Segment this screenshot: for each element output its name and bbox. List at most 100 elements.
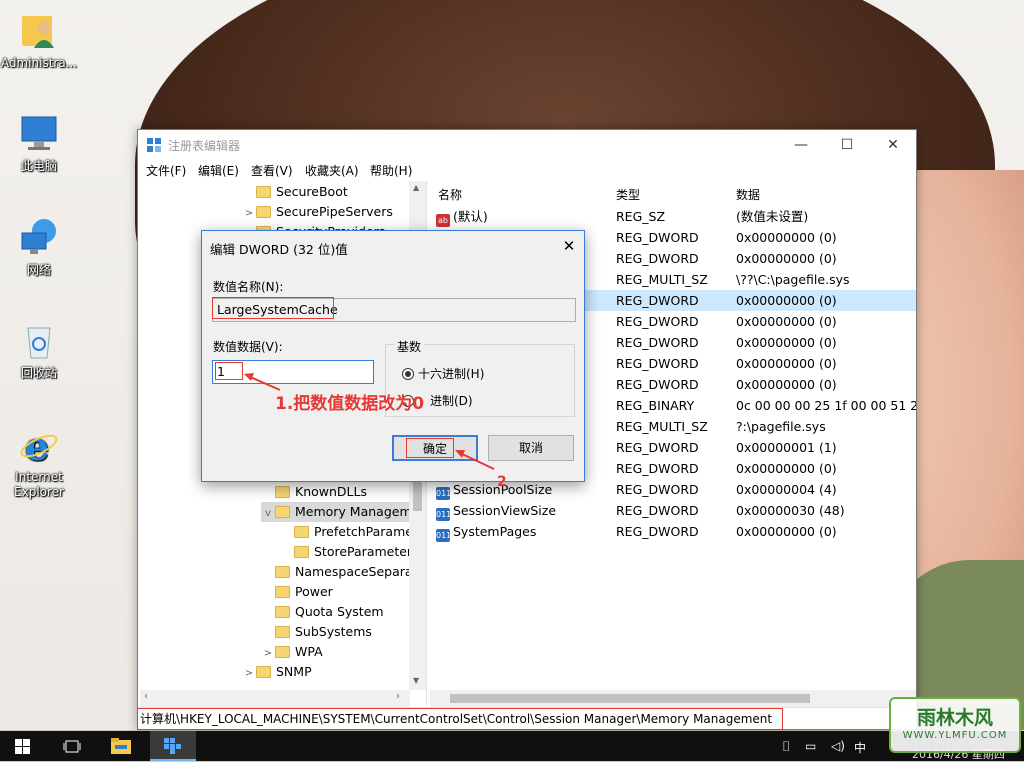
- value-type-cell: REG_DWORD: [616, 230, 699, 245]
- file-explorer-button[interactable]: [98, 731, 144, 761]
- desktop-icon-network[interactable]: 网络: [0, 217, 78, 278]
- tree-item-subsystems[interactable]: SubSystems: [261, 622, 372, 642]
- value-data-cell: 0x00000000 (0): [736, 251, 837, 266]
- title-bar[interactable]: 注册表编辑器 — ☐ ✕: [138, 130, 916, 160]
- menu-favorites[interactable]: 收藏夹(A): [305, 162, 359, 179]
- value-type-cell: REG_DWORD: [616, 314, 699, 329]
- scroll-down-icon[interactable]: ▼: [413, 676, 419, 685]
- radio-selected-icon: [402, 368, 414, 380]
- usb-tray-icon[interactable]: ⌷: [782, 739, 790, 755]
- tree-item-namespaceseparation[interactable]: NamespaceSepara: [261, 562, 413, 582]
- menu-help[interactable]: 帮助(H): [370, 162, 412, 179]
- value-data-cell: 0x00000000 (0): [736, 293, 837, 308]
- value-type-cell: REG_DWORD: [616, 461, 699, 476]
- value-type-cell: REG_DWORD: [616, 440, 699, 455]
- chevron-right-icon[interactable]: >: [242, 664, 256, 684]
- regedit-taskbar-button[interactable]: [150, 731, 196, 761]
- binary-value-icon: 011: [436, 529, 452, 542]
- binary-value-icon: 011: [436, 487, 452, 500]
- registry-editor-icon: [164, 738, 181, 754]
- menu-file[interactable]: 文件(F): [146, 162, 186, 179]
- scroll-right-icon[interactable]: ›: [396, 691, 400, 702]
- value-name-cell: 011 SystemPages: [436, 521, 536, 542]
- value-type-cell: REG_DWORD: [616, 251, 699, 266]
- ime-indicator[interactable]: 中: [854, 739, 866, 756]
- value-data-cell: 0x00000000 (0): [736, 377, 837, 392]
- tree-horizontal-scrollbar[interactable]: ‹ ›: [140, 690, 410, 707]
- cancel-button[interactable]: 取消: [488, 435, 574, 461]
- value-row[interactable]: 011 SessionViewSize REG_DWORD 0x00000030 (4…: [430, 500, 916, 521]
- value-type-cell: REG_SZ: [616, 209, 666, 224]
- binary-value-icon: 011: [436, 508, 452, 521]
- value-data-cell: (数值未设置): [736, 209, 809, 224]
- tree-item-quota-system[interactable]: Quota System: [261, 602, 384, 622]
- tree-item-snmp[interactable]: > SNMP: [242, 662, 312, 682]
- value-row[interactable]: 011 SystemPages REG_DWORD 0x00000000 (0): [430, 521, 916, 542]
- folder-icon: [294, 526, 309, 538]
- tree-item-wpa[interactable]: > WPA: [261, 642, 323, 662]
- value-type-cell: REG_DWORD: [616, 524, 699, 539]
- radio-hexadecimal[interactable]: 十六进制(H): [402, 365, 484, 382]
- tree-item-prefetchparameters[interactable]: PrefetchParame: [280, 522, 413, 542]
- folder-icon: [275, 586, 290, 598]
- tree-item-securepipeservers[interactable]: > SecurePipeServers: [242, 202, 393, 222]
- value-data-cell: 0x00000004 (4): [736, 482, 837, 497]
- column-data[interactable]: 数据: [736, 186, 760, 203]
- value-name-text: SystemPages: [453, 524, 537, 539]
- tree-item-power[interactable]: Power: [261, 582, 333, 602]
- network-tray-icon[interactable]: ▭: [805, 739, 816, 753]
- radio-label: 十六进制(H): [418, 367, 485, 381]
- tree-item-memory-management[interactable]: v Memory Managem: [261, 502, 412, 524]
- task-view-button[interactable]: [48, 731, 94, 761]
- start-button[interactable]: [0, 731, 46, 761]
- folder-icon: [256, 206, 271, 218]
- value-row[interactable]: ab (默认) REG_SZ (数值未设置): [430, 206, 916, 227]
- minimize-button[interactable]: —: [778, 130, 824, 160]
- annotation-arrow-2: [455, 450, 495, 470]
- desktop-icon-this-pc[interactable]: 此电脑: [0, 113, 78, 174]
- desktop-icon-ie[interactable]: e Internet Explorer: [0, 424, 78, 500]
- chevron-down-icon[interactable]: v: [261, 504, 275, 524]
- tree-item-storeparameters[interactable]: StoreParameter: [280, 542, 412, 562]
- menu-view[interactable]: 查看(V): [251, 162, 293, 179]
- column-name[interactable]: 名称: [438, 186, 462, 203]
- internet-explorer-icon: e: [18, 424, 60, 469]
- folder-icon: [275, 606, 290, 618]
- scroll-up-icon[interactable]: ▲: [413, 183, 419, 192]
- value-type-cell: REG_DWORD: [616, 335, 699, 350]
- computer-icon: [18, 113, 60, 155]
- close-button[interactable]: ✕: [870, 130, 916, 160]
- tree-item-label: SNMP: [276, 664, 312, 679]
- column-type[interactable]: 类型: [616, 186, 640, 203]
- desktop-icon-user[interactable]: Administra...: [0, 10, 78, 71]
- desktop-icon-label: 网络: [26, 263, 51, 277]
- desktop-icon-label: 回收站: [20, 366, 57, 380]
- value-name-cell: ab (默认): [436, 206, 488, 227]
- status-bar: 计算机\HKEY_LOCAL_MACHINE\SYSTEM\CurrentCon…: [137, 707, 916, 730]
- chevron-right-icon[interactable]: >: [242, 204, 256, 224]
- radio-label: 进制(D): [430, 394, 473, 408]
- watermark-title: 雨林木风: [916, 707, 993, 729]
- registry-app-icon: [147, 138, 162, 153]
- value-data-label: 数值数据(V):: [213, 340, 283, 354]
- menu-edit[interactable]: 编辑(E): [198, 162, 239, 179]
- tree-item-secureboot[interactable]: SecureBoot: [242, 182, 348, 202]
- list-horizontal-scrollbar[interactable]: [430, 690, 916, 707]
- tree-item-knowndlls[interactable]: KnownDLLs: [261, 482, 367, 502]
- scrollbar-thumb[interactable]: [450, 694, 810, 703]
- task-view-icon: [63, 740, 81, 753]
- maximize-button[interactable]: ☐: [824, 130, 870, 160]
- desktop-icon-label: 此电脑: [20, 159, 57, 173]
- value-name-cell: 011 SessionViewSize: [436, 500, 556, 521]
- user-folder-icon: [18, 10, 60, 52]
- annotation-box-ok: [406, 438, 454, 458]
- value-data-cell: 0x00000030 (48): [736, 503, 845, 518]
- dialog-close-button[interactable]: ✕: [558, 235, 580, 257]
- value-type-cell: REG_DWORD: [616, 377, 699, 392]
- scroll-left-icon[interactable]: ‹: [144, 691, 148, 702]
- recycle-bin-icon: [18, 320, 60, 362]
- chevron-right-icon[interactable]: >: [261, 644, 275, 664]
- volume-tray-icon[interactable]: ◁): [831, 739, 845, 753]
- desktop-icon-recycle-bin[interactable]: 回收站: [0, 320, 78, 381]
- site-watermark-logo: 雨林木风 WWW.YLMFU.COM: [889, 697, 1021, 753]
